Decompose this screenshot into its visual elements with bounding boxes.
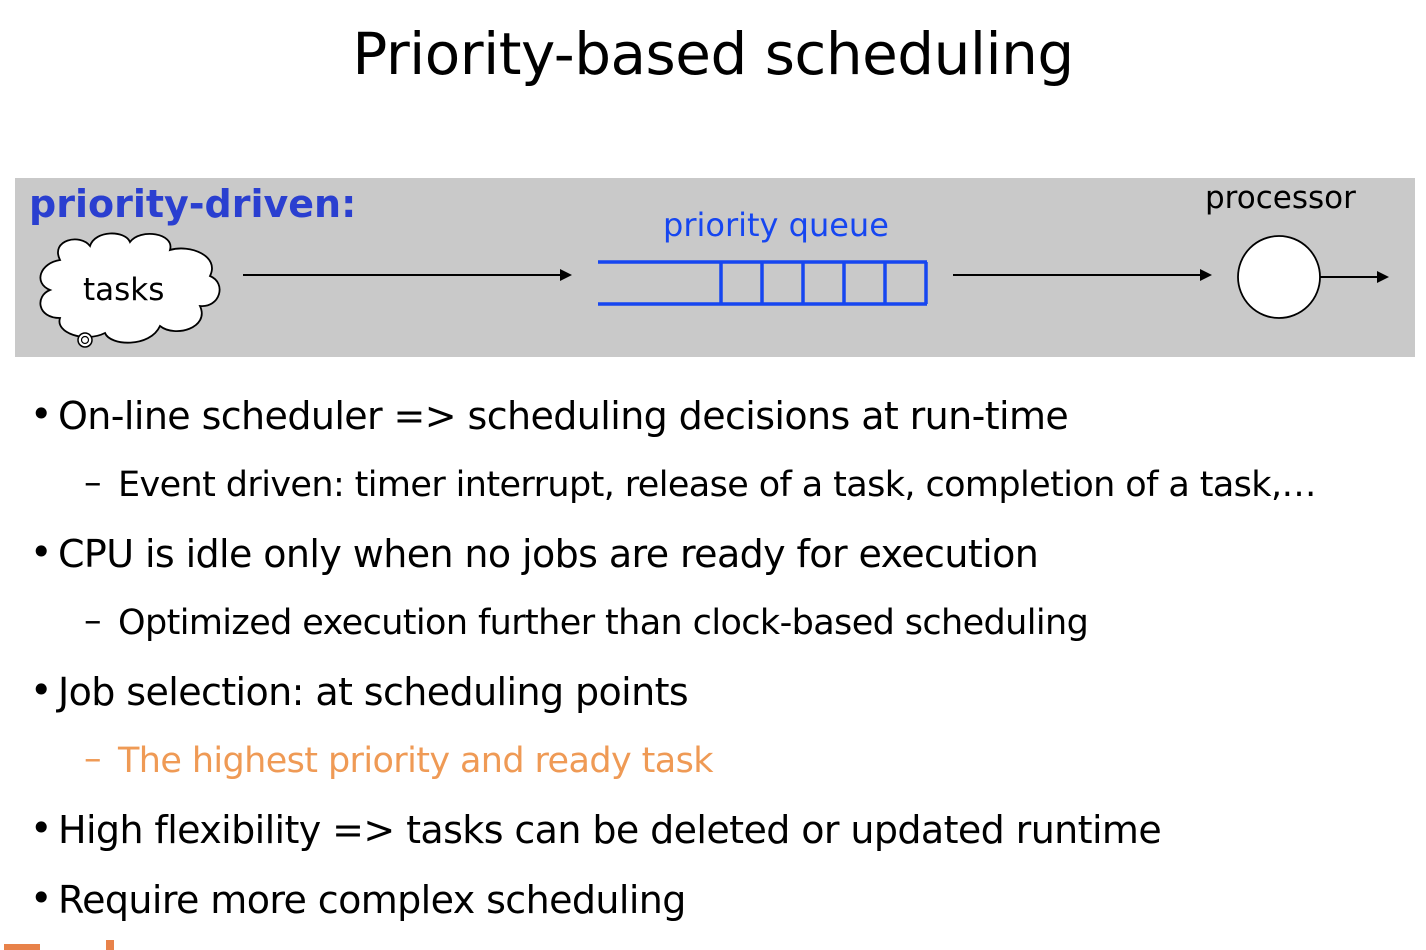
bullet-text: High flexibility => tasks can be deleted…: [58, 808, 1162, 852]
arrow-tasks-to-queue: [243, 269, 572, 281]
logo-fragment: [106, 940, 114, 950]
bullet-item: • Job selection: at scheduling points: [30, 668, 689, 714]
bullet-item: • Require more complex scheduling: [30, 876, 686, 922]
arrow-processor-out: [1320, 271, 1389, 283]
priority-queue-icon: [598, 260, 928, 306]
diagram-heading: priority-driven:: [29, 182, 357, 226]
slide-title: Priority-based scheduling: [352, 20, 1074, 88]
bullet-dot: •: [30, 530, 52, 574]
bullet-text: CPU is idle only when no jobs are ready …: [58, 532, 1039, 576]
processor-label: processor: [1205, 180, 1356, 216]
processor-icon: [1237, 235, 1321, 319]
sub-bullet-item-highlighted: – The highest priority and ready task: [84, 739, 713, 781]
tasks-label: tasks: [83, 272, 165, 308]
bullet-text: Require more complex scheduling: [58, 878, 686, 922]
bullet-text: Optimized execution further than clock-b…: [118, 603, 1089, 643]
bullet-text: Job selection: at scheduling points: [58, 670, 689, 714]
bullet-dot: •: [30, 668, 52, 712]
sub-bullet-item: – Event driven: timer interrupt, release …: [84, 463, 1317, 505]
sub-bullet-item: – Optimized execution further than clock-…: [84, 601, 1089, 643]
bullet-text: Event driven: timer interrupt, release o…: [118, 465, 1317, 505]
slide: Priority-based scheduling priority-drive…: [0, 0, 1426, 950]
bullet-item: • High flexibility => tasks can be delete…: [30, 806, 1162, 852]
bullet-item: • On-line scheduler => scheduling decisio…: [30, 392, 1069, 438]
priority-driven-diagram: priority-driven: tasks priority queue pr…: [15, 178, 1415, 357]
bullet-item: • CPU is idle only when no jobs are ready…: [30, 530, 1039, 576]
queue-label: priority queue: [663, 206, 889, 244]
bullet-dot: •: [30, 876, 52, 920]
arrow-queue-to-processor: [953, 269, 1212, 281]
bullet-dash: –: [84, 463, 102, 503]
bullet-text: The highest priority and ready task: [118, 741, 713, 781]
bullet-dash: –: [84, 601, 102, 641]
bullet-dot: •: [30, 806, 52, 850]
logo-fragment: [4, 944, 40, 950]
bullet-dash: –: [84, 739, 102, 779]
bullet-dot: •: [30, 392, 52, 436]
bullet-text: On-line scheduler => scheduling decision…: [58, 394, 1069, 438]
